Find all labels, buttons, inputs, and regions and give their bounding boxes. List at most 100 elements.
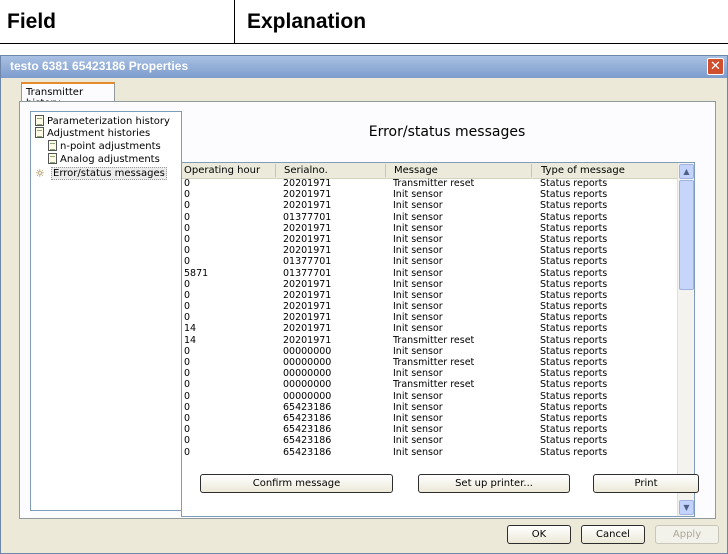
cell-operating-hour: 0 [184,401,191,413]
cell-type-of-message: Status reports [540,424,608,436]
tree-item-error-status-messages[interactable]: ☼ Error/status messages [35,167,167,181]
table-row[interactable]: 0 65423186 Init sensor Status reports [182,447,679,458]
table-row[interactable]: 0 20201971 Init sensor Status reports [182,290,679,301]
table-row[interactable]: 14 20201971 Transmitter reset Status report… [182,335,679,346]
explanation-column-header: Explanation [235,0,728,44]
cell-operating-hour: 0 [184,245,191,257]
cell-message: Init sensor [393,435,443,447]
table-row[interactable]: 0 65423186 Init sensor Status reports [182,435,679,446]
tree-item-label: Error/status messages [51,167,167,180]
cell-serialno: 20201971 [283,312,332,324]
table-row[interactable]: 0 65423186 Init sensor Status reports [182,402,679,413]
table-row[interactable]: 5871 01377701 Init sensor Status reports [182,268,679,279]
cell-type-of-message: Status reports [540,323,608,335]
cell-operating-hour: 0 [184,189,191,201]
column-header-serialno[interactable]: Serialno. [276,164,386,177]
cell-type-of-message: Status reports [540,256,608,268]
print-button[interactable]: Print [593,474,699,493]
cell-type-of-message: Status reports [540,267,608,279]
tab-transmitter-history[interactable]: Transmitter history [21,82,115,109]
table-row[interactable]: 0 65423186 Init sensor Status reports [182,424,679,435]
table-row[interactable]: 0 00000000 Transmitter reset Status reports [182,379,679,390]
cell-message: Init sensor [393,390,443,402]
tree-item-analog-adjustments[interactable]: Analog adjustments [48,153,160,167]
cell-serialno: 65423186 [283,401,332,413]
cell-serialno: 20201971 [283,301,332,313]
cell-type-of-message: Status reports [540,211,608,223]
cell-message: Init sensor [393,245,443,257]
table-row[interactable]: 0 01377701 Init sensor Status reports [182,256,679,267]
set-up-printer-button[interactable]: Set up printer... [418,474,570,493]
table-row[interactable]: 0 20201971 Init sensor Status reports [182,312,679,323]
cell-operating-hour: 0 [184,446,191,458]
table-row[interactable]: 0 00000000 Init sensor Status reports [182,391,679,402]
cell-message: Init sensor [393,301,443,313]
table-row[interactable]: 0 00000000 Transmitter reset Status reports [182,357,679,368]
scroll-thumb[interactable] [679,180,694,290]
cell-operating-hour: 0 [184,289,191,301]
cell-message: Init sensor [393,345,443,357]
cell-operating-hour: 0 [184,278,191,290]
tree-item-adjustment-histories[interactable]: Adjustment histories [35,127,150,141]
close-icon: ✕ [710,59,721,74]
cell-serialno: 65423186 [283,424,332,436]
cell-serialno: 65423186 [283,412,332,424]
table-row[interactable]: 0 20201971 Init sensor Status reports [182,200,679,211]
tab-panel: Parameterization history Adjustment hist… [19,101,716,519]
cell-operating-hour: 0 [184,200,191,212]
tree-item-n-point-adjustments[interactable]: n-point adjustments [48,140,161,154]
cell-serialno: 20201971 [283,178,332,189]
list-header: Operating hour Serialno. Message Type of… [182,163,679,179]
tree-item-label: Analog adjustments [60,154,160,165]
cell-operating-hour: 0 [184,357,191,368]
cell-serialno: 20201971 [283,334,332,346]
table-row[interactable]: 14 20201971 Init sensor Status reports [182,323,679,334]
table-row[interactable]: 0 20201971 Init sensor Status reports [182,279,679,290]
close-button[interactable]: ✕ [707,58,724,75]
confirm-message-button[interactable]: Confirm message [200,474,393,493]
document-icon [48,140,57,151]
cell-operating-hour: 0 [184,424,191,436]
document-icon [35,127,44,138]
title-bar[interactable]: testo 6381 65423186 Properties ✕ [1,56,727,78]
table-row[interactable]: 0 01377701 Init sensor Status reports [182,212,679,223]
cell-message: Transmitter reset [393,334,475,346]
cell-message: Init sensor [393,312,443,324]
cell-message: Init sensor [393,256,443,268]
table-row[interactable]: 0 20201971 Init sensor Status reports [182,301,679,312]
table-row[interactable]: 0 20201971 Init sensor Status reports [182,189,679,200]
cell-message: Init sensor [393,368,443,380]
vertical-scrollbar[interactable]: ▲ ▼ [677,163,694,516]
table-row[interactable]: 0 20201971 Transmitter reset Status reports [182,178,679,189]
cell-type-of-message: Status reports [540,334,608,346]
scroll-up-button[interactable]: ▲ [679,164,694,179]
document-table-header: Field Explanation [0,0,728,44]
tree-item-label: Adjustment histories [47,128,151,139]
ok-button[interactable]: OK [507,525,571,544]
table-row[interactable]: 0 00000000 Init sensor Status reports [182,346,679,357]
table-row[interactable]: 0 20201971 Init sensor Status reports [182,234,679,245]
cell-message: Init sensor [393,412,443,424]
cell-operating-hour: 0 [184,211,191,223]
cell-message: Init sensor [393,424,443,436]
cell-operating-hour: 0 [184,435,191,447]
table-row[interactable]: 0 20201971 Init sensor Status reports [182,223,679,234]
history-tree: Parameterization history Adjustment hist… [30,111,182,511]
table-row[interactable]: 0 20201971 Init sensor Status reports [182,245,679,256]
column-header-operating-hour[interactable]: Operating hour [182,164,276,177]
apply-button: Apply [655,525,719,544]
cell-serialno: 20201971 [283,189,332,201]
cell-message: Init sensor [393,189,443,201]
cancel-button[interactable]: Cancel [581,525,645,544]
document-icon [48,153,57,164]
cell-message: Init sensor [393,200,443,212]
table-row[interactable]: 0 00000000 Init sensor Status reports [182,368,679,379]
cell-operating-hour: 0 [184,178,191,189]
table-row[interactable]: 0 65423186 Init sensor Status reports [182,413,679,424]
cell-serialno: 20201971 [283,222,332,234]
column-header-type-of-message[interactable]: Type of message [532,164,679,177]
column-header-message[interactable]: Message [386,164,532,177]
scroll-down-button[interactable]: ▼ [679,500,694,515]
cell-type-of-message: Status reports [540,357,608,368]
cell-serialno: 20201971 [283,233,332,245]
